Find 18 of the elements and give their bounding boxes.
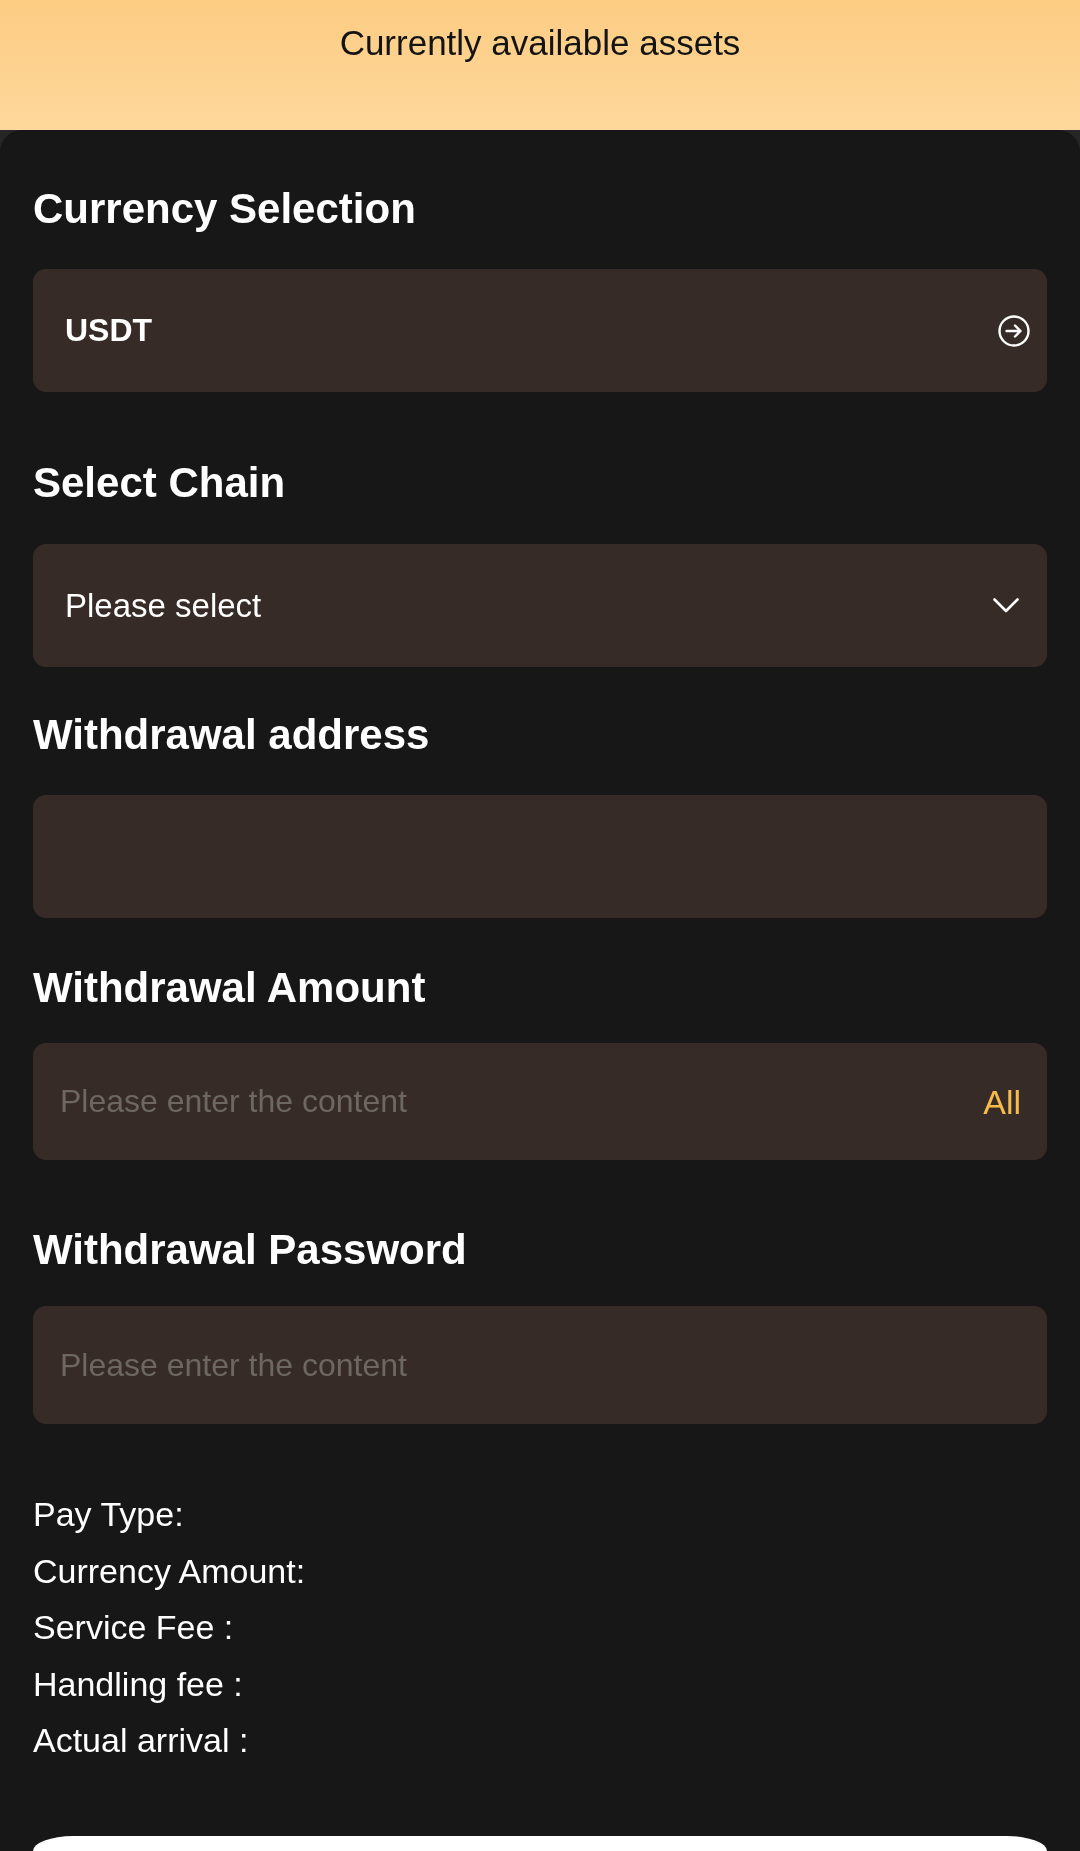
section-heading: Withdrawal Amount (33, 964, 427, 1012)
input-field[interactable] (33, 795, 1047, 918)
arrow-circle-icon (998, 314, 1030, 347)
input-field[interactable]: Please enter the content (33, 1306, 1047, 1424)
chevron-down-icon (993, 598, 1019, 613)
summary-label: Handling fee : (33, 1663, 243, 1705)
banner-title: Currently available assets (339, 23, 741, 62)
summary-label: Service Fee : (33, 1607, 234, 1648)
summary-label: Currency Amount: (33, 1550, 306, 1592)
summary-label: Actual arrival : (33, 1720, 249, 1761)
section-heading: Select Chain (33, 459, 287, 507)
currency-select-field[interactable]: USDT (33, 269, 1047, 392)
section-heading: Withdrawal Password (33, 1226, 468, 1274)
section-heading: Currency Selection (33, 185, 417, 233)
chain-dropdown[interactable]: Please select (33, 544, 1047, 667)
section-heading: Withdrawal address (33, 711, 431, 759)
summary-label: Pay Type: (33, 1494, 184, 1535)
all-button[interactable]: All (983, 1079, 1021, 1124)
